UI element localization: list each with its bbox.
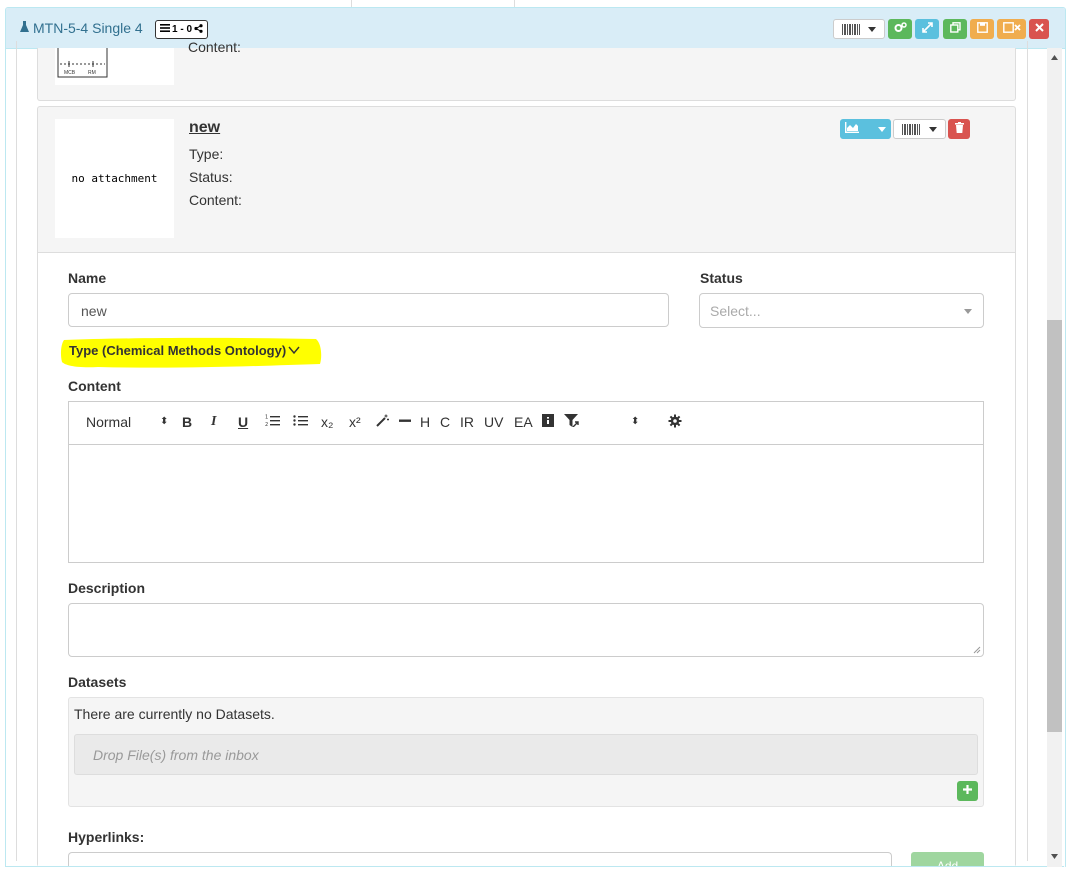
inbox-dropzone[interactable]: Drop File(s) from the inbox <box>74 734 978 775</box>
bullet-list-icon[interactable] <box>293 414 308 430</box>
analysis-type-label: Type: <box>189 146 224 162</box>
name-input[interactable]: new <box>68 293 669 327</box>
flask-icon <box>20 21 29 35</box>
magic-icon[interactable] <box>376 414 389 430</box>
previous-content-label: Content: <box>188 39 241 55</box>
badge-count: 1 - 0 <box>172 24 193 35</box>
scrollbar-thumb[interactable] <box>1047 320 1062 732</box>
type-ontology-label: Type (Chemical Methods Ontology) <box>69 342 287 358</box>
analysis-name[interactable]: new <box>189 119 220 137</box>
barcode-icon <box>902 123 920 135</box>
chevron-down-icon <box>964 309 972 314</box>
format-select-arrows-icon[interactable]: ⬍ <box>160 416 168 427</box>
barcode-dropdown-button[interactable] <box>833 19 885 39</box>
italic-button[interactable]: I <box>211 414 216 430</box>
chevron-down-icon <box>288 342 300 358</box>
ir-button[interactable]: IR <box>460 414 474 430</box>
spectrum-thumbnail-icon <box>57 48 108 78</box>
format-select[interactable]: Normal <box>86 414 131 430</box>
no-attachment-text: no attachment <box>71 172 158 185</box>
ordered-list-icon[interactable]: 12 <box>265 414 280 430</box>
status-placeholder: Select... <box>710 303 761 319</box>
book-icon[interactable] <box>542 414 554 430</box>
datasets-well: There are currently no Datasets. Drop Fi… <box>68 697 984 807</box>
thumb-label-mcb: MCB <box>64 70 76 76</box>
top-tab-edge <box>351 0 515 7</box>
spectra-editor-button[interactable] <box>840 119 891 139</box>
uv-button[interactable]: UV <box>484 414 503 430</box>
element-badge[interactable]: 1 - 0 <box>155 20 209 39</box>
analysis-status-label: Status: <box>189 169 233 185</box>
status-label: Status <box>700 270 743 286</box>
cogs-button[interactable] <box>888 19 912 39</box>
datasets-label: Datasets <box>68 674 127 690</box>
previous-analysis-card: MCB RM Content: <box>37 39 1016 101</box>
copy-icon <box>949 22 961 36</box>
add-hyperlink-button[interactable]: Add <box>911 852 984 867</box>
share-icon <box>194 23 203 36</box>
scroll-up-icon[interactable] <box>1051 55 1058 60</box>
list-icon <box>160 24 170 35</box>
name-label: Name <box>68 270 107 286</box>
datasets-empty-text: There are currently no Datasets. <box>74 706 275 722</box>
add-dataset-button[interactable] <box>957 781 978 801</box>
content-label: Content <box>68 378 121 394</box>
close-icon <box>1034 23 1044 35</box>
editor-text-area[interactable] <box>69 444 983 562</box>
analysis-content-label: Content: <box>189 192 242 208</box>
ea-button[interactable]: EA <box>514 414 533 430</box>
bottom-strip <box>0 867 1069 880</box>
save-icon <box>976 22 988 36</box>
save-close-button[interactable] <box>997 19 1026 39</box>
underline-button[interactable]: U <box>238 414 248 430</box>
description-textarea[interactable] <box>68 603 984 657</box>
description-label: Description <box>68 580 146 596</box>
type-ontology-toggle[interactable]: Type (Chemical Methods Ontology) <box>69 342 300 358</box>
c-nmr-button[interactable]: C <box>440 414 450 430</box>
chart-icon <box>845 122 859 136</box>
panel-title[interactable]: MTN-5-4 Single 4 <box>20 20 143 36</box>
expand-icon <box>921 22 933 36</box>
status-select[interactable]: Select... <box>699 293 984 328</box>
svg-text:2: 2 <box>265 422 268 427</box>
cogs-icon <box>894 22 907 36</box>
svg-text:1: 1 <box>265 415 268 421</box>
bold-button[interactable]: B <box>182 414 192 430</box>
hyperlinks-label: Hyperlinks: <box>68 829 145 845</box>
barcode-icon <box>842 23 860 35</box>
plus-icon <box>963 785 972 797</box>
save-button[interactable] <box>970 19 994 39</box>
expand-button[interactable] <box>915 19 939 39</box>
h-nmr-button[interactable]: H <box>420 414 430 430</box>
superscript-button[interactable]: x² <box>349 414 361 430</box>
resize-handle-icon[interactable] <box>973 646 981 654</box>
gear-icon[interactable] <box>668 414 682 431</box>
horizontal-rule-icon[interactable] <box>399 414 411 430</box>
analysis-barcode-button[interactable] <box>893 119 946 139</box>
scroll-down-icon[interactable] <box>1051 854 1058 859</box>
chevron-down-icon <box>878 126 886 132</box>
thumb-label-rm: RM <box>88 70 96 76</box>
panel-bottom-border <box>5 866 1064 867</box>
chevron-down-icon <box>929 126 937 132</box>
delete-analysis-button[interactable] <box>948 119 970 139</box>
filter-icon[interactable] <box>564 414 580 430</box>
previous-thumbnail[interactable]: MCB RM <box>55 48 174 85</box>
select-arrows-icon[interactable]: ⬍ <box>631 416 639 427</box>
save-close-icon <box>1002 22 1021 36</box>
sample-title[interactable]: MTN-5-4 Single 4 <box>33 20 143 36</box>
trash-icon <box>954 122 964 136</box>
close-button[interactable] <box>1029 19 1049 39</box>
copy-button[interactable] <box>943 19 967 39</box>
analysis-thumbnail[interactable]: no attachment <box>55 119 174 238</box>
subscript-button[interactable]: x₂ <box>321 414 333 430</box>
dropzone-text: Drop File(s) from the inbox <box>93 747 259 763</box>
chevron-down-icon <box>868 26 876 32</box>
